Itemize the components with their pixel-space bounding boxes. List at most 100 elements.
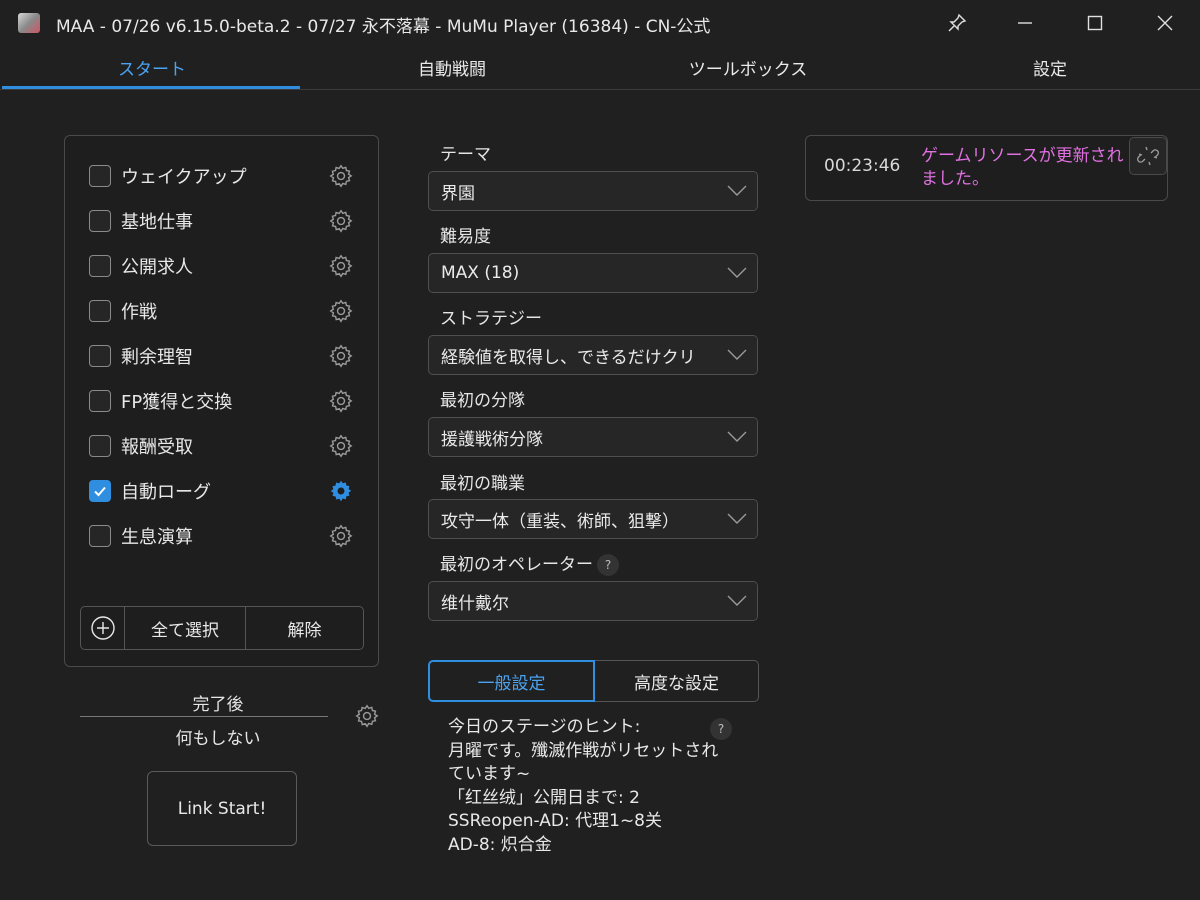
task-label: 生息演算	[121, 527, 193, 548]
difficulty-select[interactable]: MAX (18)	[428, 253, 758, 293]
task-row-rewards[interactable]: 報酬受取	[89, 431, 354, 461]
gear-icon[interactable]	[328, 433, 354, 459]
help-icon[interactable]: ?	[597, 554, 619, 576]
task-row-recruit[interactable]: 公開求人	[89, 251, 354, 281]
minimize-button[interactable]	[990, 0, 1060, 46]
advanced-settings-tab[interactable]: 高度な設定	[595, 660, 759, 702]
task-list-panel: ウェイクアップ 基地仕事 公開求人 作戦 剰余理智 FP獲得と交換 報酬受取 自…	[64, 135, 379, 667]
roles-select[interactable]: 攻守一体（重装、術師、狙撃）	[428, 499, 758, 539]
theme-select[interactable]: 界園	[428, 171, 758, 211]
log-panel: 00:23:46 ゲームリソースが更新されました。	[805, 135, 1168, 201]
maximize-icon	[1087, 15, 1103, 31]
squad-select[interactable]: 援護戦術分隊	[428, 417, 758, 457]
log-message: ゲームリソースが更新されました。	[921, 146, 1124, 189]
close-button[interactable]	[1130, 0, 1200, 46]
hint-line: AD-8: 炽合金	[448, 834, 552, 855]
task-checkbox[interactable]	[89, 300, 111, 322]
task-checkbox[interactable]	[89, 255, 111, 277]
task-label: 剰余理智	[121, 347, 193, 368]
task-checkbox-checked[interactable]	[89, 480, 111, 502]
task-row-reclamation[interactable]: 生息演算	[89, 521, 354, 551]
hint-line: ています~	[448, 764, 531, 784]
task-label: ウェイクアップ	[121, 167, 247, 188]
chevron-down-icon	[717, 582, 757, 620]
task-checkbox[interactable]	[89, 165, 111, 187]
after-completion-select[interactable]: 何もしない	[80, 724, 356, 749]
main-tabs: スタート 自動戦闘 ツールボックス 設定	[0, 46, 1200, 90]
select-all-button[interactable]: 全て選択	[125, 607, 246, 649]
gear-icon[interactable]	[328, 208, 354, 234]
pin-icon	[948, 13, 967, 32]
help-icon[interactable]: ?	[710, 718, 732, 740]
select-value: 维什戴尔	[441, 593, 509, 614]
task-label: 公開求人	[121, 257, 193, 278]
minimize-icon	[1018, 22, 1032, 24]
hint-line: 月曜です。殲滅作戦がリセットされ	[448, 740, 719, 761]
settings-mode-toggle: 一般設定 高度な設定	[428, 660, 759, 702]
active-tab-indicator	[2, 86, 300, 89]
squad-label: 最初の分隊	[440, 391, 525, 411]
tab-start[interactable]: スタート	[2, 46, 302, 88]
operator-select[interactable]: 维什戴尔	[428, 581, 758, 621]
task-row-fp[interactable]: FP獲得と交換	[89, 386, 354, 416]
title-bar: MAA - 07/26 v6.15.0-beta.2 - 07/27 永不落幕 …	[0, 0, 1200, 46]
task-button-group: 全て選択 解除	[80, 606, 364, 650]
chevron-down-icon	[717, 336, 757, 374]
task-checkbox[interactable]	[89, 435, 111, 457]
gear-icon[interactable]	[328, 298, 354, 324]
hint-line: 今日のステージのヒント:	[448, 717, 641, 737]
checkmark-icon	[94, 486, 106, 497]
task-checkbox[interactable]	[89, 525, 111, 547]
gear-icon[interactable]	[328, 523, 354, 549]
theme-label: テーマ	[440, 145, 491, 165]
gear-icon[interactable]	[354, 703, 380, 729]
task-label: FP獲得と交換	[121, 392, 233, 413]
stage-hints: 今日のステージのヒント: 月曜です。殲滅作戦がリセットされ ています~ 「红丝绒…	[448, 716, 748, 857]
add-circle-icon	[90, 616, 115, 640]
task-label: 基地仕事	[121, 212, 193, 233]
task-row-roguelike[interactable]: 自動ローグ	[89, 476, 354, 506]
difficulty-label: 難易度	[440, 227, 491, 247]
tab-settings[interactable]: 設定	[900, 46, 1200, 88]
pin-button[interactable]	[922, 0, 992, 46]
clear-button[interactable]: 解除	[246, 607, 363, 649]
app-icon	[18, 13, 40, 33]
gear-icon-active[interactable]	[328, 478, 354, 504]
hint-line: 「红丝绒」公開日まで: 2	[448, 787, 640, 808]
broken-link-icon	[1137, 146, 1159, 166]
task-row-combat[interactable]: 作戦	[89, 296, 354, 326]
select-value: 援護戦術分隊	[441, 429, 543, 450]
link-start-button[interactable]: Link Start!	[147, 771, 297, 846]
task-label: 自動ローグ	[121, 482, 211, 503]
gear-icon[interactable]	[328, 163, 354, 189]
strategy-label: ストラテジー	[440, 309, 542, 329]
tab-toolbox[interactable]: ツールボックス	[598, 46, 898, 88]
task-checkbox[interactable]	[89, 345, 111, 367]
select-value: 攻守一体（重装、術師、狙撃）	[441, 511, 679, 532]
select-value: 経験値を取得し、できるだけクリ	[441, 347, 696, 368]
gear-icon[interactable]	[328, 343, 354, 369]
task-checkbox[interactable]	[89, 390, 111, 412]
unlink-button[interactable]	[1129, 137, 1167, 175]
tab-auto-battle[interactable]: 自動戦闘	[302, 46, 602, 88]
chevron-down-icon	[717, 172, 757, 210]
select-value: MAX (18)	[441, 263, 520, 283]
add-task-button[interactable]	[81, 607, 125, 649]
gear-icon[interactable]	[328, 388, 354, 414]
close-icon	[1157, 15, 1173, 31]
hint-line: SSReopen-AD: 代理1~8关	[448, 811, 663, 831]
task-row-sanity[interactable]: 剰余理智	[89, 341, 354, 371]
strategy-select[interactable]: 経験値を取得し、できるだけクリ	[428, 335, 758, 375]
log-timestamp: 00:23:46	[824, 156, 901, 176]
maximize-button[interactable]	[1060, 0, 1130, 46]
task-label: 報酬受取	[121, 437, 193, 458]
chevron-down-icon	[717, 418, 757, 456]
window-title: MAA - 07/26 v6.15.0-beta.2 - 07/27 永不落幕 …	[56, 17, 711, 37]
roles-label: 最初の職業	[440, 474, 525, 494]
after-completion-label: 完了後	[192, 695, 244, 715]
task-row-wakeup[interactable]: ウェイクアップ	[89, 161, 354, 191]
gear-icon[interactable]	[328, 253, 354, 279]
task-checkbox[interactable]	[89, 210, 111, 232]
general-settings-tab[interactable]: 一般設定	[428, 660, 595, 702]
task-row-base[interactable]: 基地仕事	[89, 206, 354, 236]
